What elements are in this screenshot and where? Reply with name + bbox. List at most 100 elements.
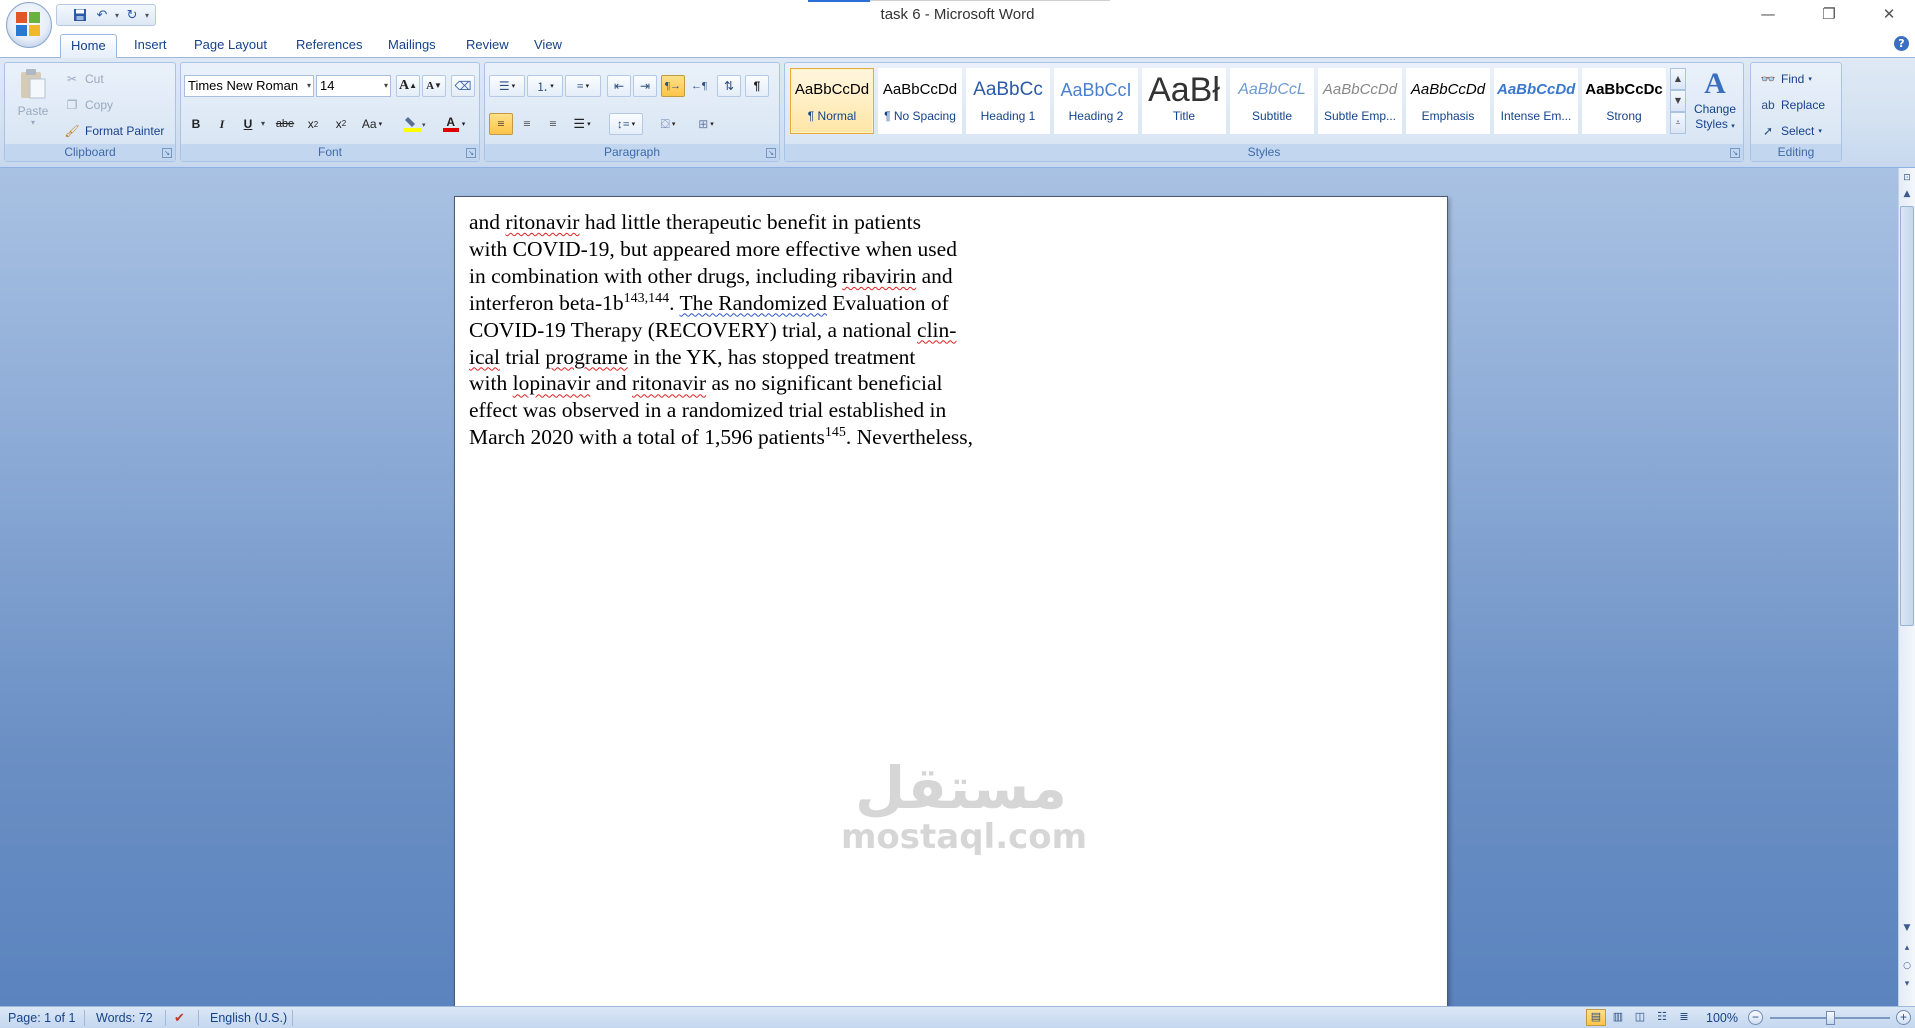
tab-view[interactable]: View xyxy=(524,34,572,58)
justify-button[interactable]: ☰ ▾ xyxy=(567,113,597,135)
rtl-button[interactable]: ←¶ xyxy=(687,75,711,97)
page-count-status[interactable]: Page: 1 of 1 xyxy=(8,1010,75,1026)
tab-insert[interactable]: Insert xyxy=(124,34,177,58)
sort-button[interactable]: ⇅ xyxy=(717,75,741,97)
subscript-button[interactable]: x2 xyxy=(301,113,325,135)
document-page[interactable]: and ritonavir had little therapeutic ben… xyxy=(454,196,1448,1016)
ruler-toggle-icon[interactable]: ⊡ xyxy=(1899,170,1915,186)
superscript-button[interactable]: x2 xyxy=(329,113,353,135)
clipboard-launcher-icon[interactable]: ↘ xyxy=(162,148,172,158)
style-subtle-emphasis[interactable]: AaBbCcDd Subtle Emp... xyxy=(1318,68,1402,134)
shading-button[interactable]: ⛋ ▾ xyxy=(651,113,685,135)
grow-font-button[interactable]: A ▲ xyxy=(396,75,420,97)
align-left-button[interactable]: ≡ xyxy=(489,113,513,135)
find-button[interactable]: 👓 Find ▾ xyxy=(1759,69,1812,89)
style-no-spacing[interactable]: AaBbCcDd ¶ No Spacing xyxy=(878,68,962,134)
full-screen-reading-view-icon[interactable]: ▥ xyxy=(1608,1009,1628,1026)
align-center-button[interactable]: ≡ xyxy=(515,113,539,135)
tab-home[interactable]: Home xyxy=(60,34,117,59)
increase-indent-button[interactable]: ⇥ xyxy=(633,75,657,97)
undo-dropdown-icon[interactable]: ▾ xyxy=(115,11,119,20)
select-browse-object-icon[interactable]: ○ xyxy=(1899,958,1915,974)
minimize-button[interactable]: — xyxy=(1745,2,1791,26)
zoom-in-icon[interactable]: + xyxy=(1896,1010,1911,1025)
paragraph-launcher-icon[interactable]: ↘ xyxy=(766,148,776,158)
font-family-combo[interactable]: Times New Roman ▾ xyxy=(184,75,314,97)
misspelled-word[interactable]: programe xyxy=(545,345,627,369)
save-icon[interactable] xyxy=(71,6,89,24)
outline-view-icon[interactable]: ☷ xyxy=(1652,1009,1672,1026)
scroll-up-icon[interactable]: ▲ xyxy=(1899,186,1915,202)
zoom-out-icon[interactable]: − xyxy=(1748,1010,1763,1025)
grammar-flagged-text[interactable]: The Randomized xyxy=(679,291,826,315)
gallery-more-icon[interactable]: ⩡ xyxy=(1670,112,1686,134)
gallery-scroll-up-icon[interactable]: ▲ xyxy=(1670,68,1686,90)
style-heading-1[interactable]: AaBbCc Heading 1 xyxy=(966,68,1050,134)
cut-button[interactable]: ✂ Cut xyxy=(63,69,104,89)
previous-page-icon[interactable]: ▴ xyxy=(1899,940,1915,956)
style-strong[interactable]: AaBbCcDc Strong xyxy=(1582,68,1666,134)
multilevel-list-button[interactable]: ≡ ▾ xyxy=(565,75,601,97)
styles-launcher-icon[interactable]: ↘ xyxy=(1730,148,1740,158)
select-button[interactable]: ➚ Select ▾ xyxy=(1759,121,1822,141)
tab-review[interactable]: Review xyxy=(456,34,519,58)
undo-icon[interactable]: ↶ xyxy=(93,6,111,24)
draft-view-icon[interactable]: ≣ xyxy=(1674,1009,1694,1026)
highlight-button[interactable]: ▾ xyxy=(399,113,433,135)
next-page-icon[interactable]: ▾ xyxy=(1899,976,1915,992)
redo-icon[interactable]: ↻ xyxy=(123,6,141,24)
language-status[interactable]: English (U.S.) xyxy=(210,1010,287,1026)
line-spacing-button[interactable]: ↕≡ ▾ xyxy=(609,113,643,135)
web-layout-view-icon[interactable]: ◫ xyxy=(1630,1009,1650,1026)
clear-formatting-button[interactable]: ⌫ xyxy=(451,75,475,97)
style-intense-emphasis[interactable]: AaBbCcDd Intense Em... xyxy=(1494,68,1578,134)
underline-dropdown-icon[interactable]: ▾ xyxy=(261,119,265,128)
borders-button[interactable]: ⊞ ▾ xyxy=(689,113,723,135)
proofing-errors-icon[interactable]: ✔ xyxy=(174,1010,185,1026)
format-painter-button[interactable]: 🖌 Format Painter xyxy=(63,121,164,141)
close-button[interactable]: ✕ xyxy=(1866,2,1912,26)
ltr-button[interactable]: ¶→ xyxy=(661,75,685,97)
tab-page-layout[interactable]: Page Layout xyxy=(184,34,277,58)
style-emphasis[interactable]: AaBbCcDd Emphasis xyxy=(1406,68,1490,134)
style-heading-2[interactable]: AaBbCcI Heading 2 xyxy=(1054,68,1138,134)
font-color-button[interactable]: A ▾ xyxy=(437,113,471,135)
show-marks-button[interactable]: ¶ xyxy=(745,75,769,97)
tab-mailings[interactable]: Mailings xyxy=(378,34,446,58)
change-styles-button[interactable]: A Change Styles ▾ xyxy=(1690,66,1740,146)
replace-button[interactable]: ab Replace xyxy=(1759,95,1825,115)
decrease-indent-button[interactable]: ⇤ xyxy=(607,75,631,97)
bullets-button[interactable]: ☰ ▾ xyxy=(489,75,525,97)
scroll-down-icon[interactable]: ▼ xyxy=(1899,920,1915,936)
misspelled-word[interactable]: ritonavir xyxy=(632,371,706,395)
style-normal[interactable]: AaBbCcDd ¶ Normal xyxy=(790,68,874,134)
bold-button[interactable]: B xyxy=(184,113,208,135)
numbering-button[interactable]: ⒈ ▾ xyxy=(527,75,563,97)
style-subtitle[interactable]: AaBbCcL Subtitle xyxy=(1230,68,1314,134)
misspelled-word[interactable]: ical xyxy=(469,345,500,369)
strikethrough-button[interactable]: abe xyxy=(273,113,297,135)
restore-button[interactable]: ❐ xyxy=(1806,2,1852,26)
zoom-level[interactable]: 100% xyxy=(1706,1010,1738,1026)
vertical-scrollbar[interactable]: ⊡ ▲ ▼ ▴ ○ ▾ xyxy=(1898,168,1915,1006)
paste-button[interactable]: Paste ▾ xyxy=(11,67,55,139)
style-title[interactable]: AaBł Title xyxy=(1142,68,1226,134)
misspelled-word[interactable]: ritonavir xyxy=(505,210,579,234)
shrink-font-button[interactable]: A ▼ xyxy=(422,75,446,97)
print-layout-view-icon[interactable]: ▤ xyxy=(1586,1009,1606,1026)
help-icon[interactable]: ? xyxy=(1894,36,1909,51)
italic-button[interactable]: I xyxy=(210,113,234,135)
misspelled-word[interactable]: lopinavir xyxy=(513,371,591,395)
change-case-button[interactable]: Aa ▾ xyxy=(357,113,387,135)
misspelled-word[interactable]: clin- xyxy=(917,318,956,342)
copy-button[interactable]: ❐ Copy xyxy=(63,95,113,115)
word-count-status[interactable]: Words: 72 xyxy=(96,1010,153,1026)
scrollbar-thumb[interactable] xyxy=(1900,206,1914,626)
gallery-scroll-down-icon[interactable]: ▼ xyxy=(1670,90,1686,112)
zoom-slider-thumb[interactable] xyxy=(1826,1011,1835,1025)
document-body[interactable]: and ritonavir had little therapeutic ben… xyxy=(469,209,1049,451)
font-launcher-icon[interactable]: ↘ xyxy=(466,148,476,158)
customize-toolbar-icon[interactable]: ▾ xyxy=(145,11,149,20)
align-right-button[interactable]: ≡ xyxy=(541,113,565,135)
tab-references[interactable]: References xyxy=(286,34,372,58)
